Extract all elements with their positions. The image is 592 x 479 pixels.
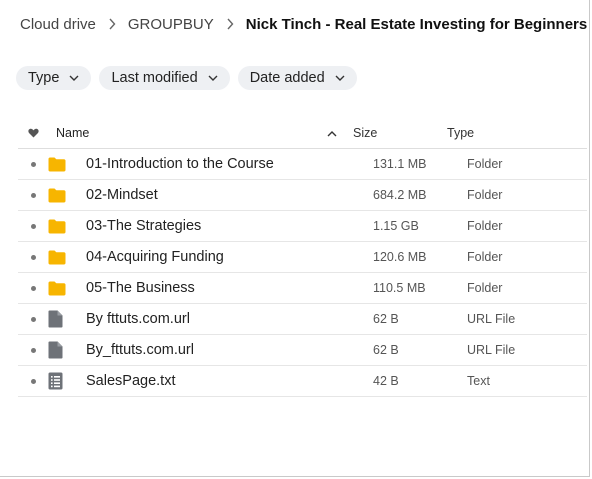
row-bullet [18, 192, 48, 198]
size-column-header[interactable]: Size [353, 126, 447, 140]
file-size: 62 B [373, 312, 399, 326]
file-type: URL File [467, 312, 516, 326]
filter-date-added-label: Date added [249, 70, 325, 86]
row-bullet [18, 316, 48, 322]
file-name[interactable]: 05-The Business [86, 280, 373, 296]
filter-last-modified-button[interactable]: Last modified [99, 66, 230, 90]
table-row[interactable]: By fttuts.com.url 62 B URL File [18, 304, 587, 335]
table-header: Name Size Type [18, 117, 587, 149]
filter-last-modified-label: Last modified [111, 70, 198, 86]
file-size: 42 B [373, 374, 399, 388]
file-name[interactable]: By fttuts.com.url [86, 311, 373, 327]
filter-type-label: Type [28, 70, 60, 86]
file-size: 110.5 MB [373, 281, 426, 295]
favourite-column-heart-icon[interactable] [18, 128, 48, 138]
row-bullet [18, 223, 48, 229]
file-size: 62 B [373, 343, 399, 357]
file-name[interactable]: 01-Introduction to the Course [86, 156, 373, 172]
sort-ascending-icon[interactable] [327, 126, 337, 140]
table-row[interactable]: 05-The Business 110.5 MB Folder [18, 273, 587, 304]
chevron-down-icon [335, 75, 345, 81]
file-size: 131.1 MB [373, 157, 427, 171]
name-header-label: Name [56, 125, 90, 140]
file-table: Name Size Type 01-Introduction to the Co… [18, 117, 587, 397]
name-column-header[interactable]: Name [48, 126, 353, 140]
table-row[interactable]: By_fttuts.com.url 62 B URL File [18, 335, 587, 366]
row-bullet [18, 378, 48, 384]
filter-date-added-button[interactable]: Date added [237, 66, 357, 90]
text-file-icon [48, 372, 86, 390]
table-row[interactable]: 01-Introduction to the Course 131.1 MB Fol… [18, 149, 587, 180]
file-name[interactable]: 02-Mindset [86, 187, 373, 203]
row-bullet [18, 285, 48, 291]
breadcrumb-cloud-drive[interactable]: Cloud drive [20, 16, 96, 33]
file-size: 684.2 MB [373, 188, 427, 202]
table-row[interactable]: 03-The Strategies 1.15 GB Folder [18, 211, 587, 242]
chevron-right-icon [108, 18, 116, 30]
file-size: 120.6 MB [373, 250, 427, 264]
file-name[interactable]: SalesPage.txt [86, 373, 373, 389]
table-row[interactable]: 04-Acquiring Funding 120.6 MB Folder [18, 242, 587, 273]
folder-icon [48, 250, 86, 265]
breadcrumb-current-folder: Nick Tinch - Real Estate Investing for B… [245, 15, 588, 33]
file-type: Text [467, 374, 490, 388]
file-name[interactable]: 04-Acquiring Funding [86, 249, 373, 265]
chevron-down-icon [208, 75, 218, 81]
filter-bar: Type Last modified Date added [16, 66, 357, 90]
breadcrumb-groupbuy[interactable]: GROUPBUY [128, 16, 214, 33]
table-row[interactable]: 02-Mindset 684.2 MB Folder [18, 180, 587, 211]
file-name[interactable]: 03-The Strategies [86, 218, 373, 234]
file-type: Folder [467, 157, 503, 171]
generic-file-icon [48, 310, 86, 328]
file-type: URL File [467, 343, 516, 357]
breadcrumb: Cloud drive GROUPBUY Nick Tinch - Real E… [20, 14, 587, 34]
folder-icon [48, 281, 86, 296]
chevron-right-icon [226, 18, 234, 30]
file-type: Folder [467, 219, 503, 233]
folder-icon [48, 157, 86, 172]
type-column-header[interactable]: Type [447, 126, 547, 140]
chevron-down-icon [69, 75, 79, 81]
file-type: Folder [467, 250, 503, 264]
file-type: Folder [467, 188, 503, 202]
file-name[interactable]: By_fttuts.com.url [86, 342, 373, 358]
file-type: Folder [467, 281, 503, 295]
file-size: 1.15 GB [373, 219, 419, 233]
filter-type-button[interactable]: Type [16, 66, 92, 90]
row-bullet [18, 254, 48, 260]
table-row[interactable]: SalesPage.txt 42 B Text [18, 366, 587, 397]
row-bullet [18, 347, 48, 353]
generic-file-icon [48, 341, 86, 359]
row-bullet [18, 161, 48, 167]
folder-icon [48, 219, 86, 234]
folder-icon [48, 188, 86, 203]
